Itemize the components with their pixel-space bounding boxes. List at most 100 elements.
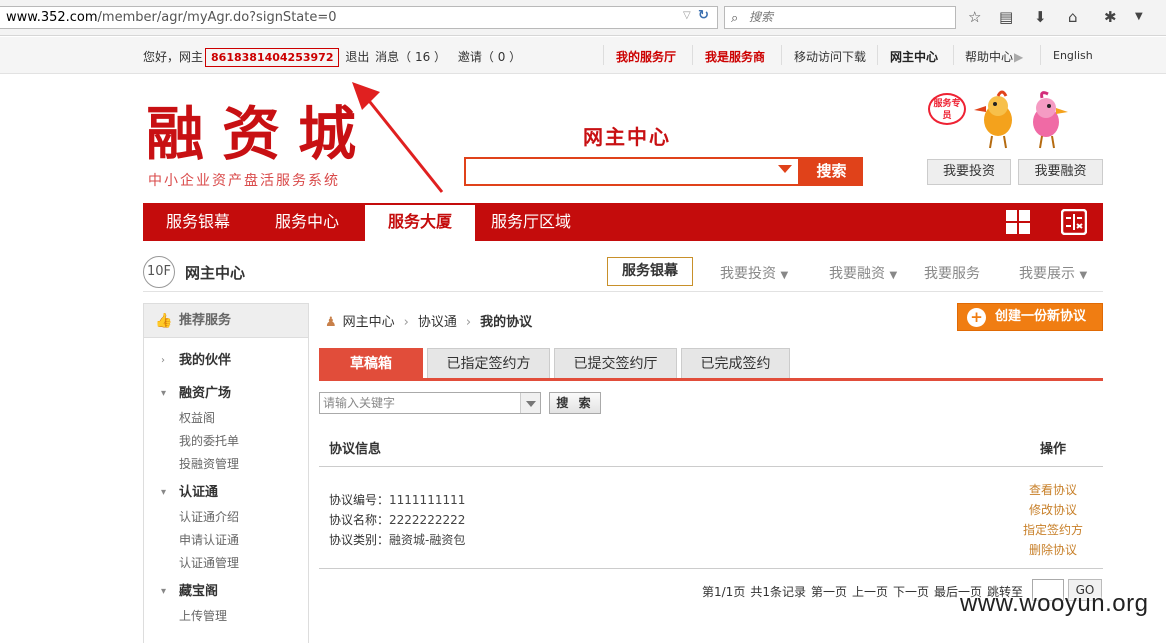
thumbs-up-icon: 👍 [155,313,173,329]
url-dropdown-icon[interactable]: ▽ [683,10,691,21]
messages-link[interactable]: 消息（ 16 ） [375,50,446,64]
chevron-down-icon: ▼ [780,270,789,281]
main-search-input[interactable] [464,157,800,186]
sidebar-item-upload-manage[interactable]: 上传管理 [144,605,308,628]
floor-display-menu[interactable]: 我要展示 ▼ [1019,263,1087,283]
divider [603,45,604,65]
sidebar-group-finance-plaza[interactable]: ▾ 融资广场 [144,383,308,405]
assign-signer-link[interactable]: 指定签约方 [1023,521,1083,538]
breadcrumb-item[interactable]: 网主中心 [343,315,395,330]
agreement-type-value: 融资城-融资包 [389,533,466,547]
finance-button[interactable]: 我要融资 [1018,159,1103,185]
search-dropdown-icon[interactable] [778,165,792,173]
english-link[interactable]: English [1053,49,1093,62]
floor-bar: 10F 网主中心 服务银幕 我要投资 ▼ 我要融资 ▼ 我要服务 我要展示 ▼ [143,254,1103,292]
sidebar-group-label: 融资广场 [179,386,232,401]
sidebar-group-treasure[interactable]: ▾ 藏宝阁 [144,581,308,603]
agreement-name-value: 2222222222 [389,513,466,527]
chevron-down-icon: ▾ [161,388,167,399]
table-bottom-divider [319,568,1103,569]
help-center-link[interactable]: 帮助中心▶ [965,48,1023,65]
browser-search-input[interactable]: ⌕ 搜索 [724,6,956,29]
first-page-link[interactable]: 第一页 [811,585,847,599]
create-agreement-button[interactable]: + 创建一份新协议 [957,303,1103,331]
service-specialist-badge[interactable]: 服务专员 [928,93,966,125]
nav-item-service-center[interactable]: 服务中心 [260,203,354,241]
main-nav: 服务银幕 服务中心 服务大厦 服务厅区域 [143,203,1103,241]
home-icon[interactable]: ⌂ [1068,8,1078,26]
reload-icon[interactable]: ↻ [698,8,709,23]
search-button[interactable]: 搜 索 [549,392,601,414]
sidebar-item-cert-manage[interactable]: 认证通管理 [144,552,308,575]
next-page-link[interactable]: 下一页 [893,585,929,599]
greeting-area: 您好，网主 8618381404253972 退出 消息（ 16 ） 邀请（ 0 … [143,48,521,67]
record-count: 共1条记录 [750,585,806,599]
prev-page-link[interactable]: 上一页 [852,585,888,599]
divider [1040,45,1041,65]
column-header-action: 操作 [1040,442,1067,457]
addon-bug-icon[interactable]: ✱ [1104,8,1117,26]
edit-agreement-link[interactable]: 修改协议 [1029,501,1077,518]
play-circle-icon: ▶ [1014,50,1024,64]
calculator-icon[interactable] [1061,209,1087,235]
sidebar-item-cert-intro[interactable]: 认证通介绍 [144,506,308,529]
tab-drafts[interactable]: 草稿箱 [319,348,423,378]
help-center-label: 帮助中心 [965,50,1014,64]
column-header-info: 协议信息 [329,442,382,457]
sidebar-item-equity[interactable]: 权益阁 [144,407,308,430]
sidebar-item-investment-management[interactable]: 投融资管理 [144,453,308,476]
floor-finance-menu[interactable]: 我要融资 ▼ [829,263,897,283]
invest-button[interactable]: 我要投资 [927,159,1011,185]
service-provider-link[interactable]: 我是服务商 [705,48,765,65]
logout-link[interactable]: 退出 [345,50,369,64]
floor-invest-menu[interactable]: 我要投资 ▼ [720,263,788,283]
floor-invest-label: 我要投资 [720,266,776,282]
menu-dropdown-icon[interactable]: ▼ [1135,11,1143,22]
keyword-dropdown-icon[interactable] [520,393,540,413]
breadcrumb-current: 我的协议 [480,315,533,330]
sidebar: 👍 推荐服务 › 我的伙伴 ▾ 融资广场 权益阁 我的委托单 投融资管理 ▾ 认证通 认… [143,303,309,643]
watermark: www.wooyun.org [960,590,1149,617]
floor-service-screen-button[interactable]: 服务银幕 [607,257,693,286]
sidebar-header-label: 推荐服务 [179,313,232,328]
user-id: 8618381404253972 [205,48,340,67]
floor-service-link[interactable]: 我要服务 [924,263,980,283]
table-header-divider [319,466,1103,467]
divider [781,45,782,65]
tab-assigned-signer[interactable]: 已指定签约方 [427,348,550,378]
invites-link[interactable]: 邀请（ 0 ） [458,50,521,64]
nav-item-service-building[interactable]: 服务大厦 [365,205,475,241]
sidebar-item-my-orders[interactable]: 我的委托单 [144,430,308,453]
keyword-input[interactable]: 请输入关键字 [319,392,541,414]
divider [692,45,693,65]
site-logo-subtitle: 中小企业资产盘活服务系统 [148,173,340,189]
delete-agreement-link[interactable]: 删除协议 [1029,541,1077,558]
nav-item-service-screen[interactable]: 服务银幕 [151,203,245,241]
nav-item-service-hall-area[interactable]: 服务厅区域 [483,203,579,241]
page-info: 第1/1页 [702,585,746,599]
annotation-arrow-line [360,91,444,193]
sidebar-item-cert-apply[interactable]: 申请认证通 [144,529,308,552]
tab-completed[interactable]: 已完成签约 [681,348,790,378]
floor-finance-label: 我要融资 [829,266,885,282]
greeting-text: 您好，网主 [143,50,204,64]
owner-center-link[interactable]: 网主中心 [890,48,938,65]
keyword-placeholder: 请输入关键字 [323,396,396,410]
my-service-hall-link[interactable]: 我的服务厅 [616,48,676,65]
main-search-button[interactable]: 搜索 [800,157,863,186]
mobile-download-link[interactable]: 移动访问下载 [794,48,866,65]
breadcrumb-item[interactable]: 协议通 [418,315,457,330]
chevron-right-icon: › [403,315,409,330]
reading-list-icon[interactable]: ▤ [999,8,1013,26]
bookmark-star-icon[interactable]: ☆ [968,8,981,26]
agreement-number-value: 1111111111 [389,493,466,507]
address-bar[interactable]: www.352.com/member/agr/myAgr.do?signStat… [0,6,718,29]
download-icon[interactable]: ⬇ [1034,8,1047,26]
view-agreement-link[interactable]: 查看协议 [1029,481,1077,498]
sidebar-group-certification[interactable]: ▾ 认证通 [144,482,308,504]
sidebar-group-partners[interactable]: › 我的伙伴 [144,350,308,372]
tab-submitted[interactable]: 已提交签约厅 [554,348,677,378]
agreement-type: 协议类别：融资城-融资包 [329,531,465,548]
agreement-number: 协议编号：1111111111 [329,491,465,508]
grid-icon[interactable] [1005,209,1031,235]
